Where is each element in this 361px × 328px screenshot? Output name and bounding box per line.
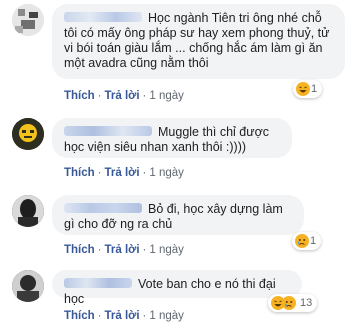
like-link[interactable]: Thích [64, 244, 95, 256]
timestamp[interactable]: 1 ngày [149, 244, 184, 256]
comment-2: Muggle thì chỉ được học viện siêu nhan x… [0, 115, 361, 179]
reply-link[interactable]: Trả lời [105, 244, 140, 256]
reaction-badge[interactable]: 1 [292, 232, 322, 250]
separator: · [97, 167, 102, 179]
like-link[interactable]: Thích [64, 90, 95, 102]
comment-bubble: Muggle thì chỉ được học viện siêu nhan x… [52, 118, 292, 158]
avatar[interactable] [12, 270, 44, 302]
separator: · [142, 310, 147, 322]
timestamp[interactable]: 1 ngày [149, 90, 184, 102]
commenter-name[interactable] [64, 202, 142, 213]
commenter-name[interactable] [64, 11, 142, 22]
like-link[interactable]: Thích [64, 167, 95, 179]
reaction-count: 1 [311, 83, 318, 95]
haha-emoji-icon [296, 82, 310, 96]
reply-link[interactable]: Trả lời [105, 90, 140, 102]
comment-actions: Thích · Trả lời · 1 ngày [64, 244, 184, 256]
avatar[interactable] [12, 4, 44, 36]
reply-link[interactable]: Trả lời [105, 167, 140, 179]
reaction-badge[interactable]: 13 [268, 294, 318, 312]
sad-emoji-icon [295, 234, 309, 248]
timestamp[interactable]: 1 ngày [149, 167, 184, 179]
timestamp[interactable]: 1 ngày [149, 310, 184, 322]
comment-bubble: Bỏ đi, học xây dựng làm gì cho đỡ ng ra … [52, 195, 304, 235]
separator: · [142, 167, 147, 179]
comment-4: Vote ban cho e nó thi đại học 13 Thích · T… [0, 268, 361, 328]
commenter-name[interactable] [64, 277, 132, 288]
separator: · [97, 244, 102, 256]
comment-actions: Thích · Trả lời · 1 ngày [64, 310, 184, 322]
separator: · [142, 244, 147, 256]
avatar[interactable] [12, 195, 44, 227]
commenter-name[interactable] [64, 125, 152, 136]
comment-bubble: Vote ban cho e nó thi đại học [52, 270, 302, 306]
comment-bubble: Học ngành Tiên tri ông nhé chỗ tôi có mấ… [52, 4, 345, 79]
separator: · [97, 90, 102, 102]
reply-link[interactable]: Trả lời [105, 310, 140, 322]
like-link[interactable]: Thích [64, 310, 95, 322]
comment-1: Học ngành Tiên tri ông nhé chỗ tôi có mấ… [0, 0, 361, 102]
comment-actions: Thích · Trả lời · 1 ngày [64, 167, 184, 179]
reaction-count: 13 [300, 297, 313, 309]
avatar[interactable] [12, 118, 44, 150]
comment-3: Bỏ đi, học xây dựng làm gì cho đỡ ng ra … [0, 192, 361, 256]
reaction-count: 1 [310, 235, 317, 247]
separator: · [142, 90, 147, 102]
separator: · [97, 310, 102, 322]
comment-actions: Thích · Trả lời · 1 ngày [64, 90, 184, 102]
sad-emoji-icon [282, 296, 296, 310]
reaction-badge[interactable]: 1 [293, 80, 323, 98]
